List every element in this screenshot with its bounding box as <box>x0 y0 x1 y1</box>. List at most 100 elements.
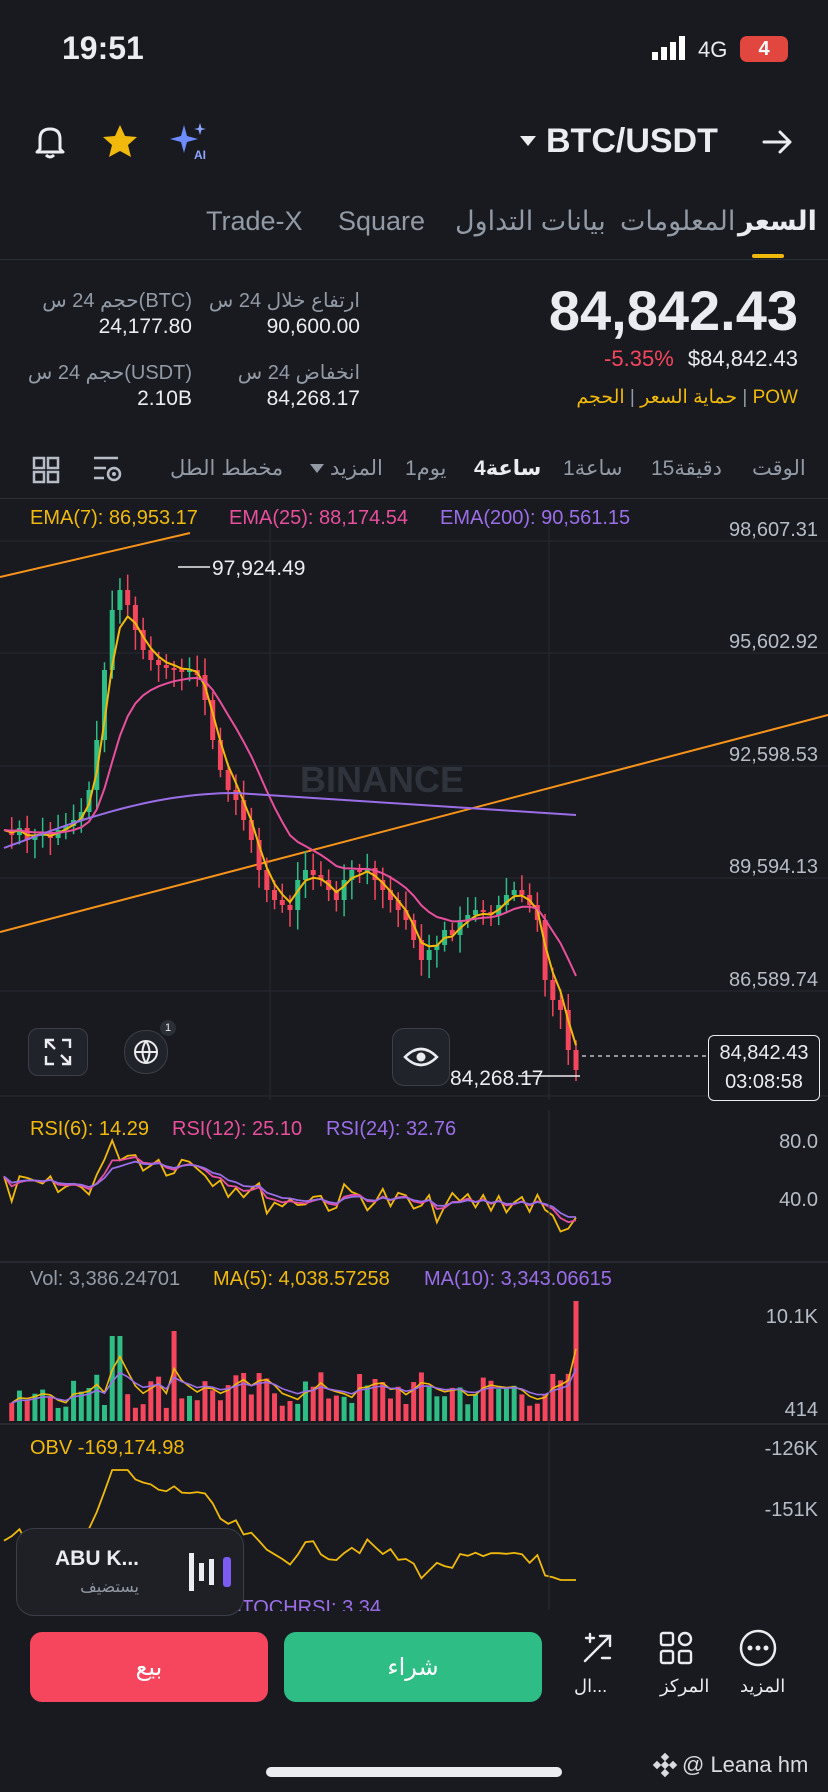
candle-body <box>171 668 177 670</box>
tab-info[interactable]: المعلومات <box>620 206 735 237</box>
volume-bar <box>418 1372 424 1421</box>
vol-ma10-label: MA(10): 3,343.06615 <box>424 1268 612 1290</box>
layout-grid-icon[interactable] <box>32 456 60 484</box>
caret-down-icon <box>310 464 324 473</box>
candle-body <box>156 660 162 665</box>
tag-volume[interactable]: الحجم <box>576 387 624 408</box>
price-change-row: -5.35% $84,842.43 <box>604 346 798 372</box>
tf-more-label: المزيد <box>330 457 383 480</box>
volume-bar <box>63 1406 69 1421</box>
live-widget[interactable]: ABU K... يستضيف <box>16 1528 244 1616</box>
volume-bar <box>519 1394 525 1421</box>
tab-price[interactable]: السعر <box>738 206 817 237</box>
candle-body <box>272 890 278 900</box>
center-label: المركز <box>660 1676 710 1696</box>
candle-body <box>163 665 169 668</box>
expand-icon <box>44 1038 72 1066</box>
fullscreen-button[interactable] <box>28 1028 88 1076</box>
volume-bar <box>434 1396 440 1421</box>
ema25-label: EMA(25): 88,174.54 <box>229 507 408 529</box>
volume-bar <box>465 1404 471 1421</box>
ai-sparkle-icon[interactable]: AI <box>168 119 212 163</box>
bell-icon[interactable] <box>30 121 70 161</box>
volume-bar <box>16 1390 22 1421</box>
tools-icon[interactable] <box>580 1630 620 1670</box>
tf-1h[interactable]: 1ساعة <box>563 456 622 481</box>
candle-body <box>511 890 517 895</box>
tf-more[interactable]: المزيد <box>310 456 383 481</box>
high-24h-value: 90,600.00 <box>266 315 360 338</box>
more-dots-icon <box>739 1629 777 1667</box>
volume-bar <box>140 1404 146 1421</box>
price-usd: $84,842.43 <box>687 346 798 371</box>
tab-trading-data[interactable]: بيانات التداول <box>455 206 606 237</box>
candle-body <box>550 980 556 1000</box>
tab-trade-x[interactable]: Trade-X <box>206 206 303 237</box>
tf-1d[interactable]: 1يوم <box>405 456 446 481</box>
globe-icon[interactable] <box>124 1030 168 1074</box>
eye-button[interactable] <box>392 1028 450 1086</box>
audio-wave-icon <box>187 1549 243 1595</box>
volume-bar <box>511 1385 517 1421</box>
pair-title: BTC/USDT <box>546 121 718 160</box>
y-axis-label-5: 86,589.74 <box>729 969 818 991</box>
user-watermark: @ Leana hm <box>652 1752 808 1778</box>
indicator-settings-icon[interactable] <box>92 454 124 484</box>
volume-bar <box>233 1375 239 1421</box>
vol-label: Vol: 3,386.24701 <box>30 1268 181 1290</box>
vol-btc-label: حجم 24 س(BTC) <box>42 290 192 312</box>
candle-body <box>117 590 123 610</box>
volume-bar <box>442 1396 448 1421</box>
live-host-sub: يستضيف <box>80 1579 139 1596</box>
center-icon[interactable] <box>658 1630 698 1670</box>
vol-ma5-label: MA(5): 4,038.57258 <box>213 1268 390 1290</box>
volume-bar <box>101 1405 107 1421</box>
volume-bar <box>496 1388 502 1421</box>
volume-bar <box>341 1396 347 1421</box>
stochrsi-label: STOCHRSI: 3.34 <box>228 1597 382 1611</box>
sell-button[interactable]: بيع <box>30 1632 268 1702</box>
volume-bar <box>349 1402 355 1421</box>
home-indicator[interactable] <box>266 1767 562 1777</box>
candle-countdown: 03:08:58 <box>725 1071 803 1093</box>
current-price-box: 84,842.43 03:08:58 <box>708 1035 820 1101</box>
tf-depth[interactable]: مخطط الطل <box>170 456 283 481</box>
tab-square[interactable]: Square <box>338 206 425 237</box>
tf-15m[interactable]: 15دقيقة <box>651 456 722 481</box>
signal-icon <box>652 36 692 60</box>
ema200-label: EMA(200): 90,561.15 <box>440 507 631 529</box>
obv-label: OBV -169,174.98 <box>30 1437 185 1459</box>
tf-4h[interactable]: 4ساعة <box>474 456 541 481</box>
volume-bar <box>488 1380 494 1421</box>
volume-bar <box>55 1407 61 1421</box>
network-label: 4G <box>698 37 728 62</box>
volume-bar <box>395 1386 401 1421</box>
volume-bar <box>426 1385 432 1421</box>
rsi12-label: RSI(12): 25.10 <box>172 1118 303 1140</box>
volume-bar <box>403 1403 409 1421</box>
volume-bar <box>210 1390 216 1421</box>
binance-logo-icon <box>652 1752 678 1778</box>
candle-body <box>519 890 525 895</box>
ema7-label: EMA(7): 86,953.17 <box>30 507 198 529</box>
volume-bar <box>47 1396 53 1421</box>
volume-bar <box>194 1400 200 1421</box>
buy-button[interactable]: شراء <box>284 1632 542 1702</box>
tag-protection[interactable]: حماية السعر <box>640 387 737 408</box>
volume-bar <box>187 1395 193 1421</box>
volume-bar <box>217 1400 223 1421</box>
candle-body <box>357 870 363 872</box>
volume-bar <box>9 1402 15 1421</box>
more-menu[interactable] <box>736 1628 780 1673</box>
tag-pow[interactable]: POW <box>753 387 798 408</box>
vol-btc-value: 24,177.80 <box>98 315 192 338</box>
volume-bar <box>364 1385 370 1421</box>
volume-bar <box>573 1301 579 1421</box>
tf-time[interactable]: الوقت <box>752 456 806 481</box>
pair-selector[interactable]: BTC/USDT <box>520 120 718 162</box>
more-menu-label: المزيد <box>740 1676 786 1696</box>
volume-bar <box>310 1386 316 1421</box>
arrow-right-icon[interactable] <box>758 122 798 162</box>
star-icon[interactable] <box>100 121 140 161</box>
volume-bar <box>264 1378 270 1421</box>
